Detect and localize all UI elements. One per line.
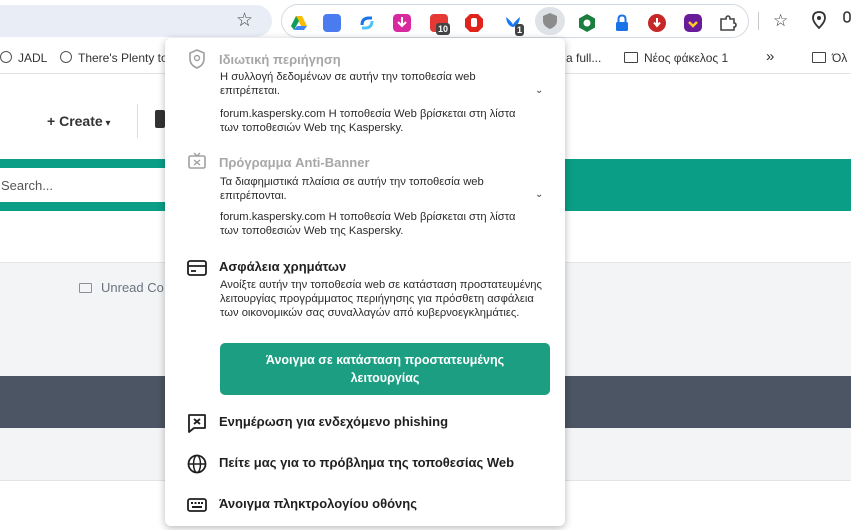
bookmarks-overflow-button[interactable]: » — [766, 49, 774, 64]
anti-banner-chevron-down-icon[interactable]: ⌄ — [535, 189, 543, 200]
bookmark-star-icon[interactable]: ☆ — [236, 10, 253, 32]
anti-banner-status: Τα διαφημιστικά πλαίσια σε αυτήν την τοπ… — [220, 176, 484, 202]
extension-red-icon[interactable]: 10 — [430, 14, 451, 35]
create-button[interactable]: + Create ▾ — [47, 113, 110, 129]
safe-money-title: Ασφάλεια χρημάτων — [219, 259, 347, 274]
extension-badge: 10 — [436, 23, 451, 35]
microphone-icon[interactable] — [842, 11, 851, 29]
private-browsing-title: Ιδιωτική περιήγηση — [219, 52, 341, 67]
open-on-screen-keyboard-item[interactable]: Άνοιγμα πληκτρολογίου οθόνης — [165, 491, 565, 519]
kaspersky-extension-button[interactable] — [535, 7, 565, 35]
download-extension-icon[interactable] — [393, 14, 411, 32]
phishing-report-icon — [188, 414, 206, 433]
toolbar-separator — [758, 12, 759, 30]
plus-icon: + — [47, 113, 60, 129]
google-translate-icon[interactable] — [323, 14, 341, 32]
folder-icon — [812, 52, 826, 63]
globe-icon — [60, 51, 72, 63]
hexagon-extension-icon[interactable] — [578, 14, 596, 32]
private-browsing-note: forum.kaspersky.com Η τοποθεσία Web βρίσ… — [220, 108, 516, 134]
kaspersky-popup: Ιδιωτική περιήγηση Η συλλογή δεδομένων σ… — [165, 38, 565, 526]
browser-toolbar: ☆ 10 1 ☆ — [0, 0, 851, 42]
bookmark-folder-all[interactable]: Όλ — [812, 51, 847, 66]
extension-badge: 1 — [515, 24, 525, 36]
bookmark-full[interactable]: a full... — [566, 51, 601, 66]
bookmarks-star-icon[interactable]: ☆ — [773, 11, 788, 31]
extensions-puzzle-icon[interactable] — [719, 14, 737, 32]
adblock-icon[interactable] — [465, 14, 483, 32]
sync-extension-icon[interactable] — [358, 14, 376, 32]
open-protected-mode-button[interactable]: Άνοιγμα σε κατάσταση προστατευμένης λειτ… — [220, 343, 550, 395]
report-phishing-item[interactable]: Ενημέρωση για ενδεχόμενο phishing — [165, 409, 565, 437]
safe-money-description: Ανοίξτε αυτήν την τοποθεσία web σε κατάσ… — [220, 279, 542, 319]
keyboard-icon — [187, 498, 207, 512]
unread-content-link[interactable]: Unread Co — [79, 280, 164, 295]
bookmark-folder-new[interactable]: Νέος φάκελος 1 — [624, 51, 728, 66]
kaspersky-shield-icon — [543, 13, 557, 29]
newspaper-icon — [79, 283, 92, 293]
globe-icon — [187, 454, 207, 474]
credit-card-icon — [187, 260, 207, 276]
purple-extension-icon[interactable] — [684, 14, 702, 32]
lock-icon[interactable] — [613, 14, 631, 32]
user-menu-icon[interactable] — [155, 110, 165, 128]
report-website-problem-item[interactable]: Πείτε μας για το πρόβλημα της τοποθεσίας… — [165, 450, 565, 478]
private-browsing-status: Η συλλογή δεδομένων σε αυτήν την τοποθεσ… — [220, 71, 476, 97]
extensions-group: 10 1 — [281, 4, 749, 38]
private-browsing-icon — [189, 49, 205, 69]
location-pin-icon[interactable] — [812, 11, 826, 29]
download-manager-icon[interactable] — [648, 14, 666, 32]
google-drive-icon[interactable] — [290, 14, 308, 32]
folder-icon — [624, 52, 638, 63]
globe-icon — [0, 51, 12, 63]
anti-banner-icon — [188, 152, 206, 169]
header-separator — [137, 104, 138, 138]
private-browsing-chevron-down-icon[interactable]: ⌄ — [535, 85, 543, 96]
anti-banner-note: forum.kaspersky.com Η τοποθεσία Web βρίσ… — [220, 211, 516, 237]
address-bar[interactable] — [0, 5, 272, 37]
bookmark-jadl[interactable]: JADL — [0, 51, 47, 66]
header-band-right — [564, 159, 851, 211]
caret-down-icon: ▾ — [102, 118, 111, 129]
anti-banner-title: Πρόγραμμα Anti-Banner — [219, 155, 370, 170]
bookmark-plenty[interactable]: There's Plenty to — [60, 51, 168, 66]
